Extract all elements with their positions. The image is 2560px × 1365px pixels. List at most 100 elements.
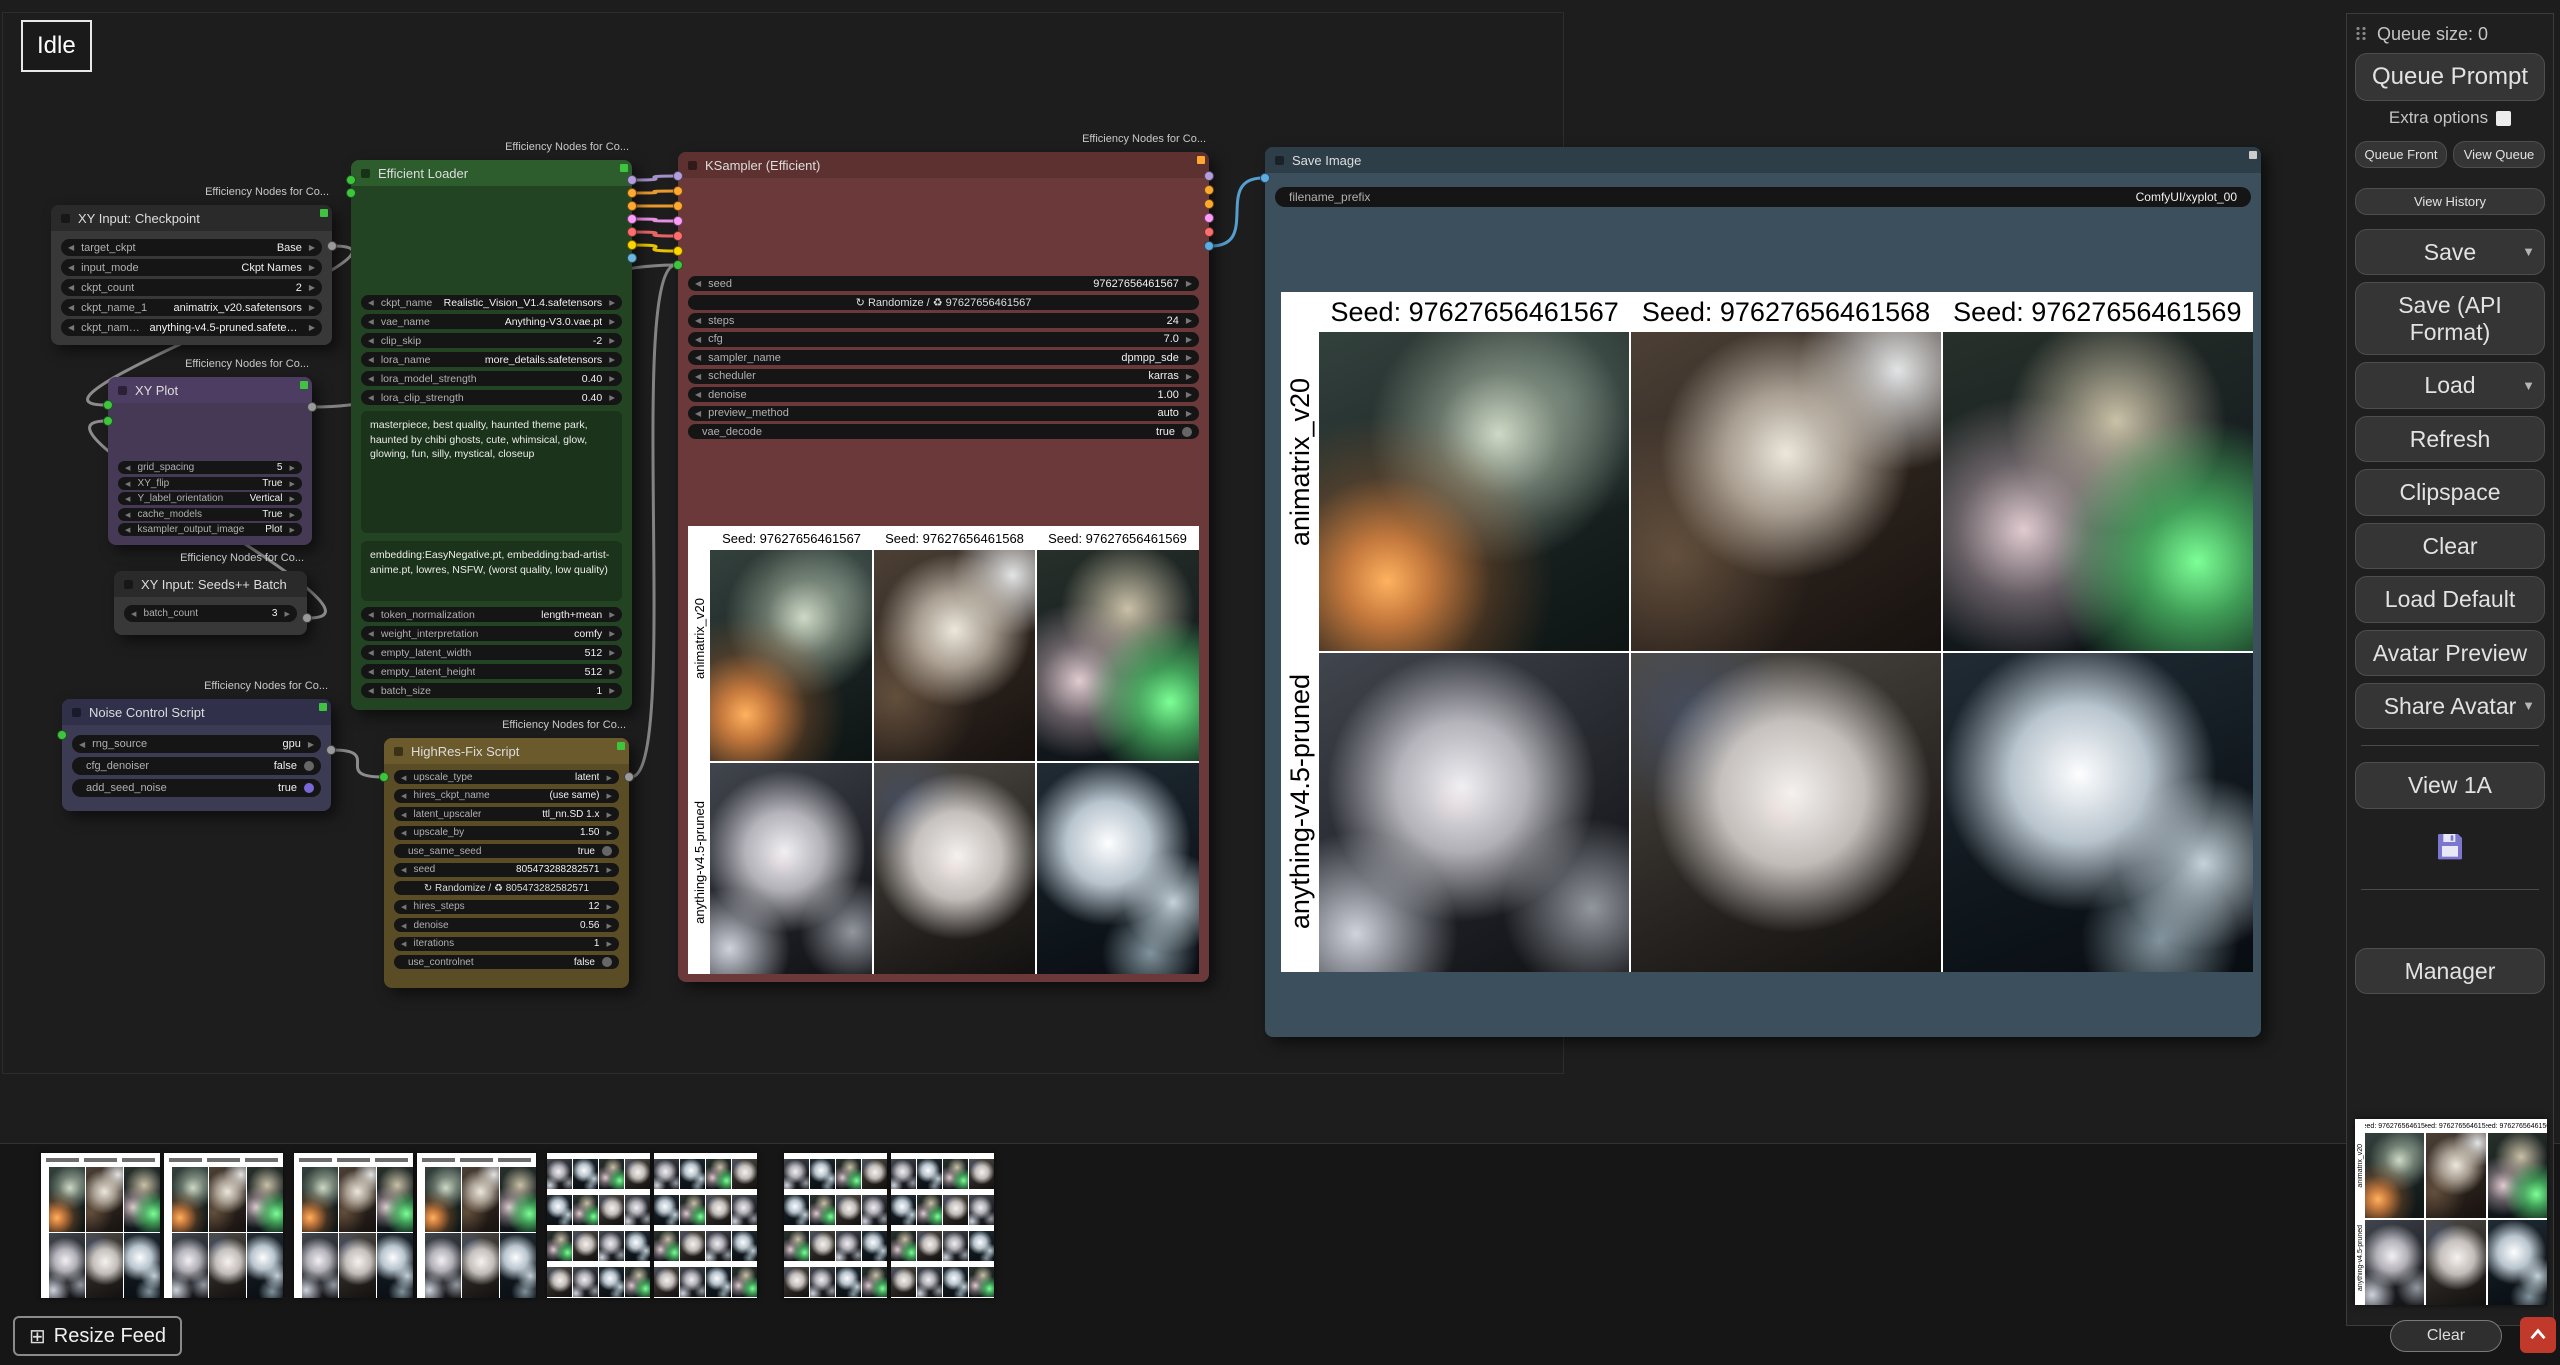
- combo-left-arrow[interactable]: ◀: [68, 263, 74, 272]
- input-dot[interactable]: [346, 188, 356, 198]
- feed-thumbnail-8[interactable]: [891, 1153, 994, 1298]
- save-button[interactable]: Save▼: [2355, 229, 2545, 275]
- combo-right-arrow[interactable]: ▶: [609, 393, 615, 402]
- resize-feed-button[interactable]: ⊞ Resize Feed: [13, 1316, 182, 1356]
- output-dot[interactable]: [302, 613, 312, 623]
- widget-filename_prefix[interactable]: filename_prefixComfyUI/xyplot_00: [1275, 187, 2251, 207]
- output-dot[interactable]: [1204, 241, 1214, 251]
- input-dot[interactable]: [673, 186, 683, 196]
- combo-right-arrow[interactable]: ▶: [606, 773, 612, 782]
- input-dot[interactable]: [673, 231, 683, 241]
- combo-left-arrow[interactable]: ◀: [368, 648, 374, 657]
- widget-ckpt_name[interactable]: ◀ckpt_nameRealistic_Vision_V1.4.safetens…: [361, 295, 622, 310]
- combo-left-arrow[interactable]: ◀: [68, 243, 74, 252]
- node-efficient-loader[interactable]: Efficiency Nodes for Co...Efficient Load…: [351, 160, 632, 710]
- combo-right-arrow[interactable]: ▶: [1186, 279, 1192, 288]
- combo-left-arrow[interactable]: ◀: [368, 355, 374, 364]
- combo-left-arrow[interactable]: ◀: [401, 865, 407, 874]
- combo-left-arrow[interactable]: ◀: [368, 336, 374, 345]
- combo-left-arrow[interactable]: ◀: [68, 303, 74, 312]
- combo-right-arrow[interactable]: ▶: [609, 336, 615, 345]
- menu-drag-handle[interactable]: [2355, 26, 2367, 42]
- toggle-dot[interactable]: [1182, 427, 1192, 437]
- combo-right-arrow[interactable]: ▶: [289, 494, 295, 503]
- input-dot[interactable]: [673, 246, 683, 256]
- widget-Y_label_orientation[interactable]: ◀Y_label_orientationVertical▶: [118, 492, 302, 505]
- combo-right-arrow[interactable]: ▶: [309, 283, 315, 292]
- combo-left-arrow[interactable]: ◀: [68, 323, 74, 332]
- widget-batch_count[interactable]: ◀batch_count3▶: [124, 605, 297, 622]
- combo-right-arrow[interactable]: ▶: [309, 243, 315, 252]
- widget-lora_name[interactable]: ◀lora_namemore_details.safetensors▶: [361, 352, 622, 367]
- input-dot[interactable]: [673, 171, 683, 181]
- widget-hires_steps[interactable]: ◀hires_steps12▶: [394, 900, 619, 914]
- combo-right-arrow[interactable]: ▶: [609, 610, 615, 619]
- combo-right-arrow[interactable]: ▶: [309, 263, 315, 272]
- load-button[interactable]: Load▼: [2355, 362, 2545, 408]
- node-noise-control-script[interactable]: Efficiency Nodes for Co...Noise Control …: [62, 699, 331, 811]
- combo-left-arrow[interactable]: ◀: [368, 610, 374, 619]
- input-dot[interactable]: [346, 175, 356, 185]
- input-dot[interactable]: [673, 201, 683, 211]
- node-title-bar[interactable]: XY Plot: [108, 377, 312, 403]
- output-dot[interactable]: [326, 745, 336, 755]
- output-dot[interactable]: [627, 188, 637, 198]
- widget-Randomize[interactable]: ↻ Randomize / ♻ 97627656461567: [688, 295, 1199, 310]
- chevron-down-icon[interactable]: ▼: [2522, 379, 2535, 394]
- combo-right-arrow[interactable]: ▶: [606, 828, 612, 837]
- widget-seed[interactable]: ◀seed805473288282571▶: [394, 863, 619, 877]
- toggle-dot[interactable]: [602, 957, 612, 967]
- feed-thumbnail-6[interactable]: [654, 1153, 757, 1298]
- combo-left-arrow[interactable]: ◀: [125, 510, 131, 519]
- combo-left-arrow[interactable]: ◀: [125, 479, 131, 488]
- combo-left-arrow[interactable]: ◀: [125, 494, 131, 503]
- widget-steps[interactable]: ◀steps24▶: [688, 313, 1199, 328]
- combo-left-arrow[interactable]: ◀: [368, 393, 374, 402]
- widget-XY_flip[interactable]: ◀XY_flipTrue▶: [118, 477, 302, 490]
- output-dot[interactable]: [627, 214, 637, 224]
- queue-front-button[interactable]: Queue Front: [2355, 141, 2447, 168]
- combo-left-arrow[interactable]: ◀: [368, 374, 374, 383]
- combo-right-arrow[interactable]: ▶: [289, 479, 295, 488]
- widget-preview_method[interactable]: ◀preview_methodauto▶: [688, 406, 1199, 421]
- manager-button[interactable]: Manager: [2355, 948, 2545, 994]
- feed-thumbnail-7[interactable]: [784, 1153, 887, 1298]
- widget-target_ckpt[interactable]: ◀target_ckptBase▶: [61, 239, 322, 256]
- combo-right-arrow[interactable]: ▶: [606, 921, 612, 930]
- refresh-button[interactable]: Refresh: [2355, 416, 2545, 462]
- widget-lora_clip_strength[interactable]: ◀lora_clip_strength0.40▶: [361, 390, 622, 405]
- combo-left-arrow[interactable]: ◀: [368, 298, 374, 307]
- combo-right-arrow[interactable]: ▶: [284, 609, 290, 618]
- combo-left-arrow[interactable]: ◀: [401, 828, 407, 837]
- widget-empty_latent_width[interactable]: ◀empty_latent_width512▶: [361, 645, 622, 660]
- prompt-textarea[interactable]: masterpiece, best quality, haunted theme…: [361, 411, 622, 533]
- widget-iterations[interactable]: ◀iterations1▶: [394, 937, 619, 951]
- combo-left-arrow[interactable]: ◀: [401, 810, 407, 819]
- combo-left-arrow[interactable]: ◀: [368, 686, 374, 695]
- collapse-dot[interactable]: [118, 386, 127, 395]
- combo-right-arrow[interactable]: ▶: [1186, 353, 1192, 362]
- feed-thumbnail-1[interactable]: [41, 1153, 160, 1298]
- widget-latent_upscaler[interactable]: ◀latent_upscalerttl_nn.SD 1.x▶: [394, 807, 619, 821]
- widget-cache_models[interactable]: ◀cache_modelsTrue▶: [118, 508, 302, 521]
- combo-left-arrow[interactable]: ◀: [695, 335, 701, 344]
- view-queue-button[interactable]: View Queue: [2453, 141, 2545, 168]
- toggle-dot[interactable]: [602, 846, 612, 856]
- share-avatar-button[interactable]: Share Avatar▼: [2355, 683, 2545, 729]
- combo-left-arrow[interactable]: ◀: [368, 667, 374, 676]
- combo-right-arrow[interactable]: ▶: [1186, 335, 1192, 344]
- collapse-feed-caret-button[interactable]: [2520, 1317, 2556, 1353]
- toggle-dot[interactable]: [304, 783, 314, 793]
- combo-right-arrow[interactable]: ▶: [289, 510, 295, 519]
- combo-right-arrow[interactable]: ▶: [289, 525, 295, 534]
- widget-empty_latent_height[interactable]: ◀empty_latent_height512▶: [361, 664, 622, 679]
- input-dot[interactable]: [673, 260, 683, 270]
- load-default-button[interactable]: Load Default: [2355, 576, 2545, 622]
- save-workflow-image-button[interactable]: [2428, 826, 2472, 866]
- combo-right-arrow[interactable]: ▶: [609, 317, 615, 326]
- widget-scheduler[interactable]: ◀schedulerkarras▶: [688, 369, 1199, 384]
- extra-options-checkbox[interactable]: [2496, 111, 2511, 126]
- combo-left-arrow[interactable]: ◀: [131, 609, 137, 618]
- node-xy-input-seeds-batch[interactable]: Efficiency Nodes for Co...XY Input: Seed…: [114, 571, 307, 635]
- widget-sampler_name[interactable]: ◀sampler_namedpmpp_sde▶: [688, 350, 1199, 365]
